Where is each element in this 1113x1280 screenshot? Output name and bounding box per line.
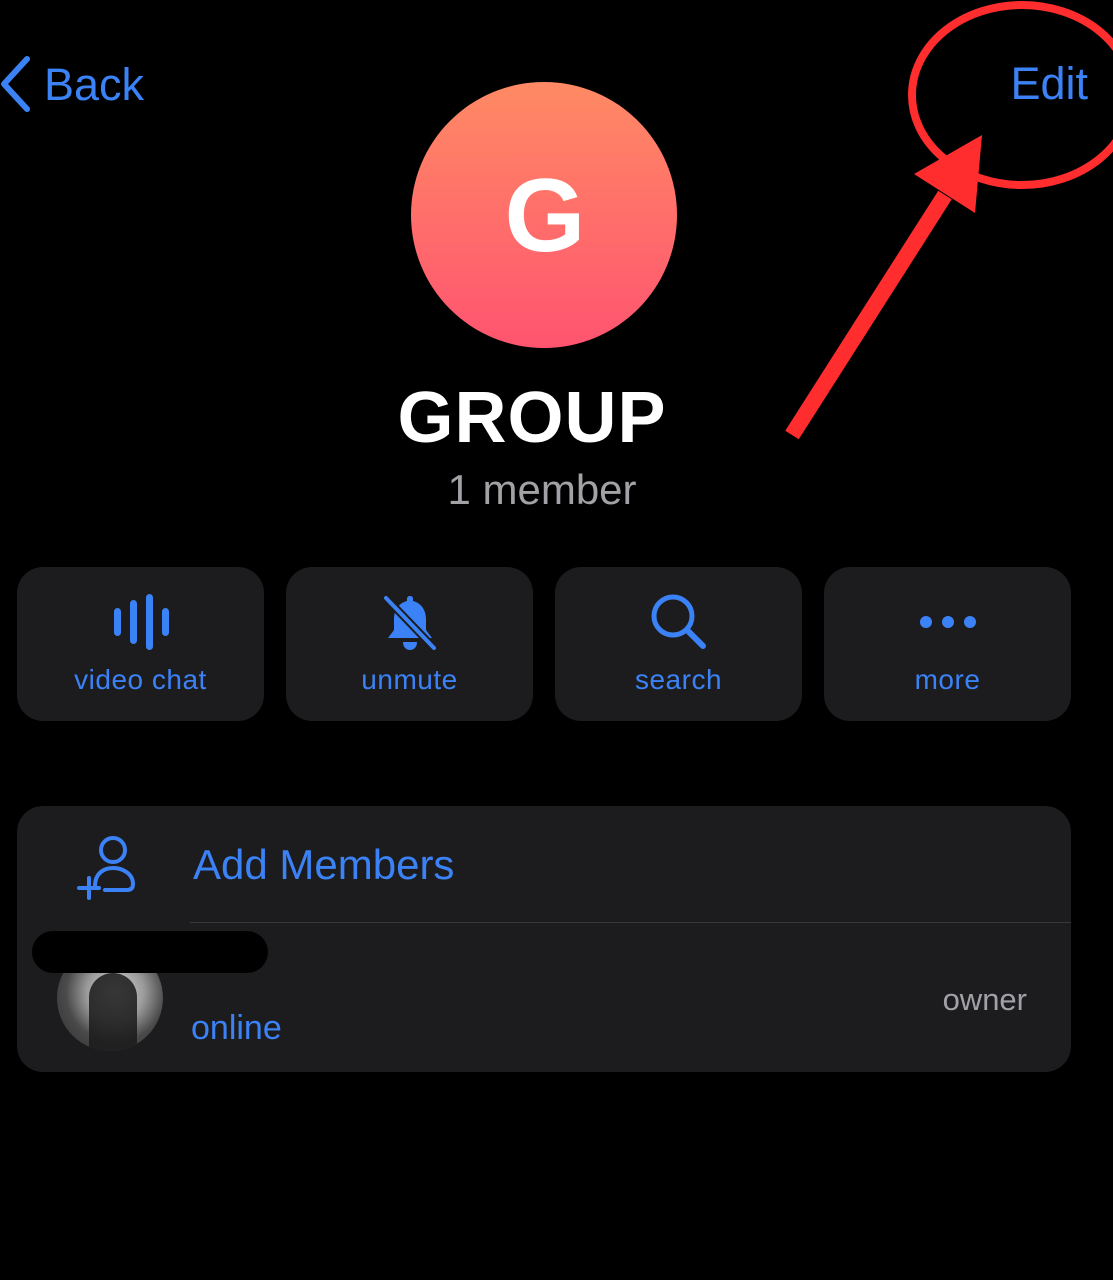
more-button[interactable]: more xyxy=(824,567,1071,721)
more-dots-icon xyxy=(824,591,1071,653)
video-chat-icon xyxy=(17,591,264,653)
video-chat-button[interactable]: video chat xyxy=(17,567,264,721)
action-bar: video chat unmute search more xyxy=(17,567,1071,721)
video-chat-label: video chat xyxy=(74,664,207,695)
back-label: Back xyxy=(44,58,145,110)
member-status: online xyxy=(191,1009,282,1047)
chevron-left-icon xyxy=(1,56,30,112)
edit-button[interactable]: Edit xyxy=(1010,56,1088,112)
avatar-initial: G xyxy=(504,158,586,274)
member-count: 1 member xyxy=(447,466,637,513)
members-list: Add Members online owner xyxy=(17,806,1071,1072)
redacted-member-name xyxy=(32,931,268,973)
more-label: more xyxy=(914,664,981,695)
add-members-label: Add Members xyxy=(193,841,455,888)
unmute-button[interactable]: unmute xyxy=(286,567,533,721)
search-button[interactable]: search xyxy=(555,567,802,721)
search-icon xyxy=(555,591,802,653)
bell-slash-icon xyxy=(286,591,533,653)
unmute-label: unmute xyxy=(361,664,458,695)
search-label: search xyxy=(634,664,723,695)
group-avatar[interactable]: G xyxy=(411,82,677,348)
member-row[interactable]: online owner xyxy=(17,923,1071,1072)
add-person-icon xyxy=(77,836,136,900)
member-role: owner xyxy=(942,982,1027,1017)
add-members-button[interactable]: Add Members xyxy=(17,806,1071,922)
annotation-arrow-head xyxy=(914,135,982,213)
group-title: GROUP xyxy=(397,378,667,458)
avatar-photo xyxy=(89,973,137,1051)
back-button[interactable]: Back xyxy=(0,52,144,116)
